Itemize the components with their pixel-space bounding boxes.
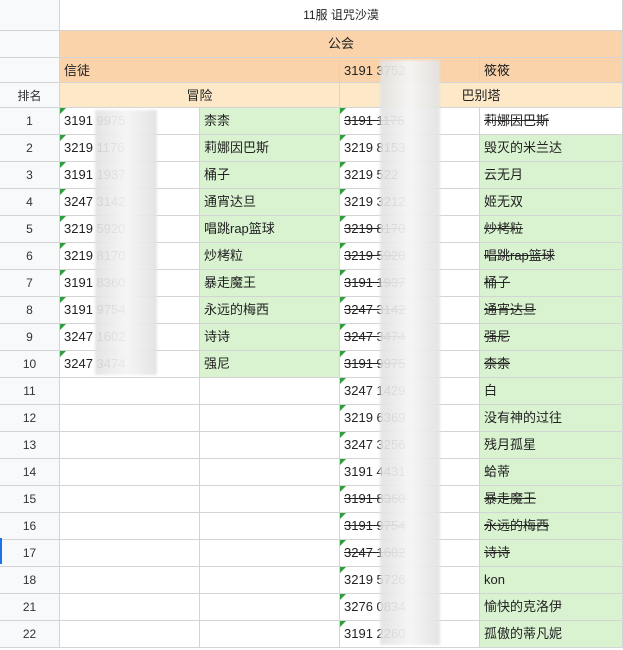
left-name-cell[interactable]: 暴走魔王	[200, 270, 340, 297]
rank-cell[interactable]: 2	[0, 135, 60, 162]
right-name-cell[interactable]: 诗诗	[480, 540, 623, 567]
rank-cell[interactable]: 13	[0, 432, 60, 459]
rank-cell[interactable]: 3	[0, 162, 60, 189]
left-name-cell[interactable]	[200, 540, 340, 567]
left-id-cell[interactable]	[60, 513, 200, 540]
left-name-cell[interactable]	[200, 621, 340, 648]
left-name-cell[interactable]: 强尼	[200, 351, 340, 378]
rank-cell[interactable]: 17	[0, 540, 60, 567]
right-name-cell[interactable]: 白	[480, 378, 623, 405]
right-name-cell[interactable]: 莉娜因巴斯	[480, 108, 623, 135]
right-name-cell[interactable]: 孤傲的蒂凡妮	[480, 621, 623, 648]
rank-cell[interactable]: 10	[0, 351, 60, 378]
right-name-cell[interactable]: 永远的梅西	[480, 513, 623, 540]
right-name-cell[interactable]: 通宵达旦	[480, 297, 623, 324]
left-name-cell[interactable]	[200, 567, 340, 594]
left-name-cell[interactable]: 柰柰	[200, 108, 340, 135]
left-name-cell[interactable]	[200, 378, 340, 405]
left-name-cell[interactable]	[200, 486, 340, 513]
left-id-cell[interactable]	[60, 432, 200, 459]
right-name-cell[interactable]: 柰柰	[480, 351, 623, 378]
rank-cell[interactable]: 16	[0, 513, 60, 540]
row-header[interactable]	[0, 31, 60, 58]
right-group-name[interactable]: 筱筱	[480, 58, 623, 83]
rank-cell[interactable]: 6	[0, 243, 60, 270]
right-name-cell[interactable]: kon	[480, 567, 623, 594]
corner-cell[interactable]	[0, 0, 60, 31]
left-name-cell[interactable]	[200, 432, 340, 459]
left-id-cell[interactable]	[60, 540, 200, 567]
right-name-cell[interactable]: 没有神的过往	[480, 405, 623, 432]
rank-cell[interactable]: 18	[0, 567, 60, 594]
rank-cell[interactable]: 12	[0, 405, 60, 432]
left-id-cell[interactable]	[60, 594, 200, 621]
left-sub-header[interactable]: 冒险	[60, 83, 340, 108]
left-name-cell[interactable]: 莉娜因巴斯	[200, 135, 340, 162]
right-name-cell[interactable]: 唱跳rap篮球	[480, 243, 623, 270]
left-id-cell[interactable]	[60, 486, 200, 513]
selection-indicator	[0, 538, 2, 564]
right-name-cell[interactable]: 愉快的克洛伊	[480, 594, 623, 621]
rank-cell[interactable]: 14	[0, 459, 60, 486]
left-name-cell[interactable]: 通宵达旦	[200, 189, 340, 216]
left-id-cell[interactable]	[60, 567, 200, 594]
left-name-cell[interactable]	[200, 513, 340, 540]
right-name-cell[interactable]: 姬无双	[480, 189, 623, 216]
rank-cell[interactable]: 15	[0, 486, 60, 513]
left-id-cell[interactable]	[60, 621, 200, 648]
right-name-cell[interactable]: 残月孤星	[480, 432, 623, 459]
left-group-name[interactable]: 信徒	[60, 58, 340, 83]
rank-cell[interactable]: 21	[0, 594, 60, 621]
right-name-cell[interactable]: 桶子	[480, 270, 623, 297]
left-id-cell[interactable]	[60, 378, 200, 405]
rank-cell[interactable]: 5	[0, 216, 60, 243]
right-name-cell[interactable]: 毁灭的米兰达	[480, 135, 623, 162]
rank-cell[interactable]: 4	[0, 189, 60, 216]
right-name-cell[interactable]: 蛤蒂	[480, 459, 623, 486]
left-name-cell[interactable]: 桶子	[200, 162, 340, 189]
left-name-cell[interactable]: 唱跳rap篮球	[200, 216, 340, 243]
left-name-cell[interactable]	[200, 594, 340, 621]
rank-cell[interactable]: 1	[0, 108, 60, 135]
rank-cell[interactable]: 7	[0, 270, 60, 297]
left-name-cell[interactable]	[200, 405, 340, 432]
right-name-cell[interactable]: 暴走魔王	[480, 486, 623, 513]
left-name-cell[interactable]: 永远的梅西	[200, 297, 340, 324]
left-name-cell[interactable]: 诗诗	[200, 324, 340, 351]
rank-cell[interactable]: 8	[0, 297, 60, 324]
left-id-cell[interactable]	[60, 405, 200, 432]
right-name-cell[interactable]: 云无月	[480, 162, 623, 189]
right-name-cell[interactable]: 强尼	[480, 324, 623, 351]
rank-header[interactable]: 排名	[0, 83, 60, 108]
right-name-cell[interactable]: 炒栲粒	[480, 216, 623, 243]
rank-cell[interactable]: 11	[0, 378, 60, 405]
redaction-blur	[380, 60, 440, 645]
left-name-cell[interactable]: 炒栲粒	[200, 243, 340, 270]
rank-cell[interactable]: 22	[0, 621, 60, 648]
guild-header[interactable]: 公会	[60, 31, 623, 58]
rank-cell[interactable]: 9	[0, 324, 60, 351]
row-header[interactable]	[0, 58, 60, 83]
redaction-blur	[95, 110, 157, 375]
spreadsheet: 11服 诅咒沙漠 公会 信徒 3191 3752 筱筱 排名 冒险 巴别塔 13…	[0, 0, 623, 650]
sheet-title[interactable]: 11服 诅咒沙漠	[60, 0, 623, 31]
left-name-cell[interactable]	[200, 459, 340, 486]
left-id-cell[interactable]	[60, 459, 200, 486]
